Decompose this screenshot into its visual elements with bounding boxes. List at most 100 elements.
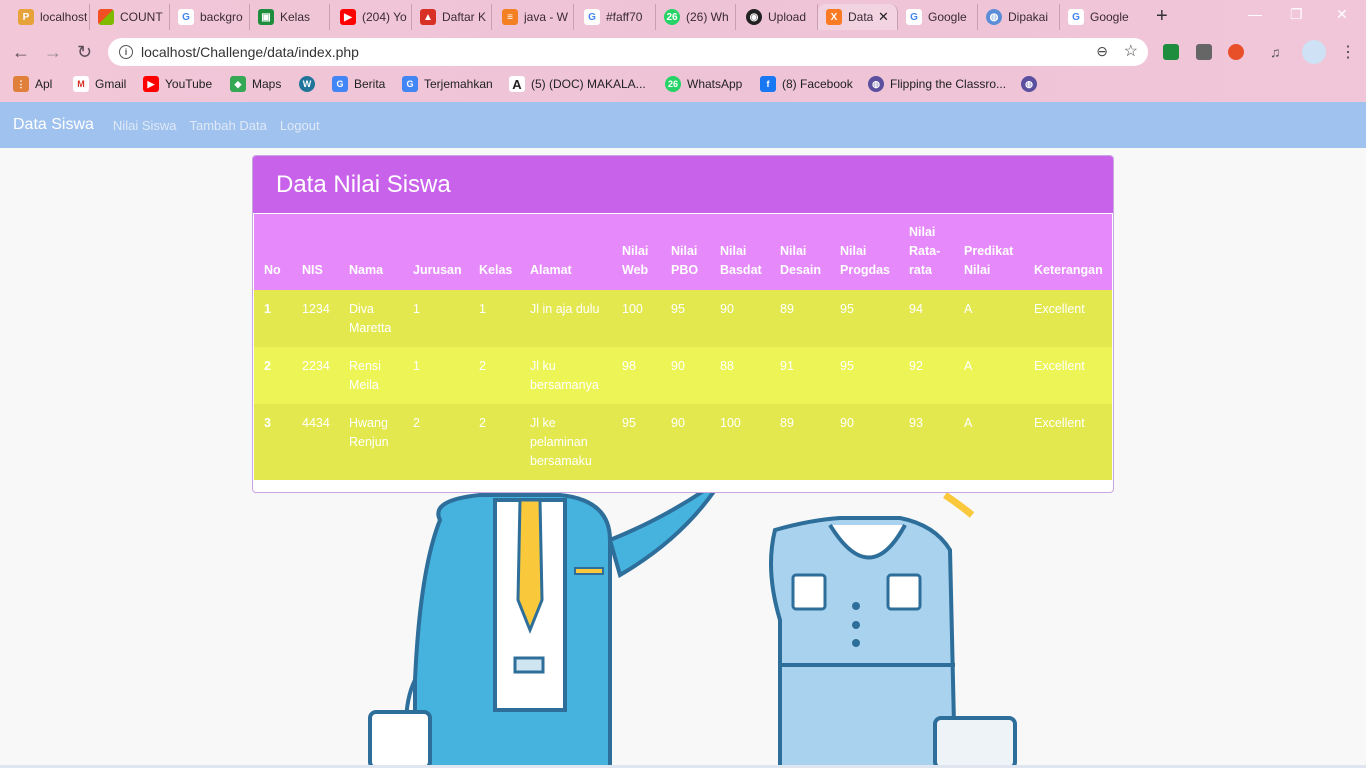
microsoft-icon — [98, 9, 114, 25]
bookmark-academia[interactable]: A (5) (DOC) MAKALA... — [509, 76, 646, 92]
tab-kelas[interactable]: ▣ Kelas — [250, 4, 330, 30]
bookmark-flipping[interactable]: ◍ Flipping the Classro... — [868, 76, 1006, 92]
bookmark-terjemahkan[interactable]: G Terjemahkan — [402, 76, 493, 92]
wordpress-icon: W — [299, 76, 315, 92]
address-bar[interactable]: i localhost/Challenge/data/index.php ⊖ ☆ — [108, 38, 1148, 66]
tab-java[interactable]: ≡ java - W — [494, 4, 574, 30]
cell-alamat: Jl ke pelaminan bersamaku — [530, 416, 592, 468]
google-icon: G — [906, 9, 922, 25]
cell-nama: Hwang Renjun — [349, 416, 389, 449]
cell-keterangan: Excellent — [1034, 302, 1085, 316]
cell-nilai-desain: 89 — [780, 302, 794, 316]
window-close-icon[interactable]: ✕ — [1336, 6, 1348, 23]
bookmark-star-icon[interactable]: ☆ — [1124, 41, 1138, 61]
classroom-icon: ▣ — [258, 9, 274, 25]
cell-nilai-desain: 91 — [780, 359, 794, 373]
cell-no: 1 — [264, 302, 271, 316]
tab-dipakai[interactable]: ◍ Dipakai — [978, 4, 1060, 30]
zoom-icon[interactable]: ⊖ — [1096, 43, 1108, 60]
cell-no: 3 — [264, 416, 271, 430]
cell-alamat: Jl in aja dulu — [530, 302, 600, 316]
back-icon[interactable]: ← — [12, 42, 30, 63]
col-header-predikat-nilai: Predikat Nilai — [964, 244, 1014, 277]
maps-icon: ◆ — [230, 76, 246, 92]
table-row: 3 4434 Hwang Renjun 2 2 Jl ke pelaminan … — [254, 404, 1112, 480]
classroom-extension-icon[interactable] — [1163, 44, 1179, 60]
col-header-no: No — [264, 263, 281, 277]
cell-predikat: A — [964, 416, 973, 430]
bookmark-maps[interactable]: ◆ Maps — [230, 76, 281, 92]
cell-kelas: 2 — [479, 416, 486, 430]
whatsapp-icon: 26 — [664, 9, 680, 25]
forward-icon[interactable]: → — [44, 42, 62, 63]
whatsapp-icon: 26 — [665, 76, 681, 92]
nav-link-logout[interactable]: Logout — [280, 118, 320, 133]
cell-nilai-basdat: 88 — [720, 359, 734, 373]
globe-icon: ◍ — [986, 9, 1002, 25]
bookmark-wordpress[interactable]: W — [299, 76, 321, 92]
cell-keterangan: Excellent — [1034, 359, 1085, 373]
tab-google-2[interactable]: G Google — [1060, 4, 1142, 30]
tab-localhost[interactable]: P localhost — [10, 4, 90, 30]
tab-youtube[interactable]: ▶ (204) Yo — [332, 4, 412, 30]
browser-toolbar: ← → ↻ i localhost/Challenge/data/index.p… — [0, 34, 1366, 70]
students-illustration — [368, 488, 1017, 768]
info-icon[interactable]: i — [119, 45, 133, 59]
close-tab-icon[interactable]: ✕ — [878, 9, 889, 25]
cell-nilai-pbo: 95 — [671, 302, 685, 316]
download-extension-icon[interactable] — [1196, 44, 1212, 60]
tab-daftar[interactable]: ▲ Daftar K — [412, 4, 492, 30]
navbar-brand[interactable]: Data Siswa — [13, 116, 94, 134]
avatar[interactable] — [1302, 40, 1326, 64]
news-icon: G — [332, 76, 348, 92]
bookmark-gmail[interactable]: M Gmail — [73, 76, 126, 92]
col-header-nis: NIS — [302, 263, 323, 277]
tab-upload[interactable]: ◉ Upload — [738, 4, 818, 30]
cell-alamat: Jl ku bersamanya — [530, 359, 599, 392]
bookmark-globe[interactable]: ◍ — [1021, 76, 1043, 92]
maximize-icon[interactable]: ❐ — [1290, 6, 1303, 23]
minimize-icon[interactable]: — — [1248, 6, 1262, 22]
tab-google[interactable]: G Google — [898, 4, 978, 30]
bookmark-apps[interactable]: ⋮ Apl — [13, 76, 52, 92]
youtube-icon: ▶ — [143, 76, 159, 92]
cell-nis: 1234 — [302, 302, 330, 316]
fire-extension-icon[interactable] — [1228, 44, 1244, 60]
bookmark-youtube[interactable]: ▶ YouTube — [143, 76, 212, 92]
globe-icon: ◍ — [1021, 76, 1037, 92]
xampp-icon: X — [826, 9, 842, 25]
bookmark-facebook[interactable]: f (8) Facebook — [760, 76, 853, 92]
reload-icon[interactable]: ↻ — [77, 42, 92, 63]
nav-link-tambah-data[interactable]: Tambah Data — [190, 118, 267, 133]
gmail-icon: M — [73, 76, 89, 92]
cell-nilai-rata-rata: 93 — [909, 416, 923, 430]
tab-faff70[interactable]: G #faff70 — [576, 4, 656, 30]
new-tab-button[interactable]: + — [1156, 5, 1168, 28]
tab-whatsapp[interactable]: 26 (26) Wh — [656, 4, 736, 30]
tab-background[interactable]: G backgro — [170, 4, 250, 30]
site-navbar: Data Siswa Nilai Siswa Tambah Data Logou… — [0, 102, 1366, 148]
cell-kelas: 2 — [479, 359, 486, 373]
tab-count[interactable]: COUNT — [90, 4, 170, 30]
cell-nilai-desain: 89 — [780, 416, 794, 430]
cell-nilai-web: 100 — [622, 302, 643, 316]
nav-link-nilai-siswa[interactable]: Nilai Siswa — [113, 118, 177, 133]
cell-jurusan: 1 — [413, 302, 420, 316]
col-header-nilai-basdat: Nilai Basdat — [720, 244, 762, 277]
cell-nilai-basdat: 90 — [720, 302, 734, 316]
google-icon: G — [1068, 9, 1084, 25]
apps-icon: ⋮ — [13, 76, 29, 92]
bookmark-whatsapp[interactable]: 26 WhatsApp — [665, 76, 742, 92]
media-control-icon[interactable]: ♫ — [1270, 44, 1286, 60]
cell-nilai-rata-rata: 92 — [909, 359, 923, 373]
cell-nilai-web: 98 — [622, 359, 636, 373]
stackoverflow-icon: ≡ — [502, 9, 518, 25]
facebook-icon: f — [760, 76, 776, 92]
google-icon: G — [178, 9, 194, 25]
menu-kebab-icon[interactable]: ⋮ — [1340, 42, 1356, 61]
cell-predikat: A — [964, 302, 973, 316]
bookmark-berita[interactable]: G Berita — [332, 76, 385, 92]
table-row: 2 2234 Rensi Meila 1 2 Jl ku bersamanya … — [254, 347, 1112, 404]
cell-nama: Rensi Meila — [349, 359, 381, 392]
col-header-keterangan: Keterangan — [1034, 263, 1103, 277]
